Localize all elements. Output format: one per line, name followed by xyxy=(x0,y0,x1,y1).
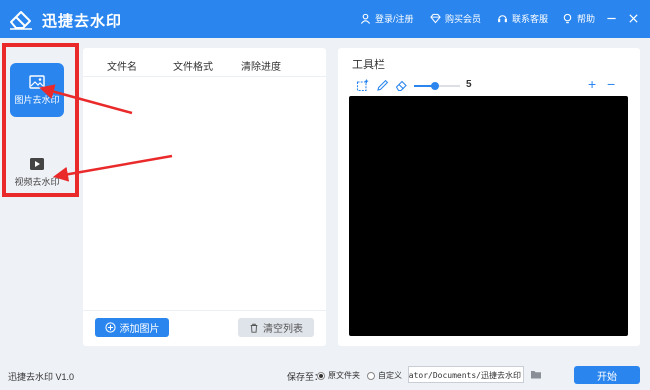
brush-size-slider[interactable] xyxy=(414,82,460,90)
select-rect-icon[interactable] xyxy=(356,79,369,92)
minimize-icon xyxy=(606,17,616,19)
add-image-button[interactable]: 添加图片 xyxy=(95,318,169,337)
radio-original-folder[interactable]: 原文件夹 xyxy=(317,370,360,381)
toolbar-title: 工具栏 xyxy=(352,59,385,71)
video-play-icon xyxy=(30,157,44,170)
version-label: 迅捷去水印 V1.0 xyxy=(8,372,75,382)
minimize-button[interactable] xyxy=(604,10,618,26)
close-icon xyxy=(628,13,638,23)
radio-dot xyxy=(367,371,375,380)
radio-dot-checked xyxy=(317,371,325,380)
help-link[interactable]: 帮助 xyxy=(562,12,595,25)
vip-link[interactable]: 购买会员 xyxy=(430,12,481,25)
sidebar-item-video-watermark[interactable]: 视频去水印 xyxy=(10,145,64,199)
header-divider xyxy=(83,76,326,77)
save-path-input[interactable]: istrator/Documents/迅捷去水印 xyxy=(408,366,524,383)
user-icon xyxy=(360,13,371,24)
radio-original-label: 原文件夹 xyxy=(328,371,360,380)
eraser-logo-icon xyxy=(10,11,32,30)
pen-icon[interactable] xyxy=(376,79,389,92)
vip-label: 购买会员 xyxy=(445,14,482,24)
sidebar: 图片去水印 视频去水印 xyxy=(0,38,80,362)
column-header-progress: 清除进度 xyxy=(241,62,281,73)
file-list-panel: 文件名 文件格式 清除进度 添加图片 清空列表 xyxy=(83,48,326,346)
service-label: 联系客服 xyxy=(512,14,549,24)
zoom-out-button[interactable]: − xyxy=(607,76,615,92)
status-bar: 迅捷去水印 V1.0 保存至： 原文件夹 自定义 istrator/Docume… xyxy=(0,362,650,390)
radio-custom-folder[interactable]: 自定义 xyxy=(367,370,402,381)
folder-icon[interactable] xyxy=(530,368,542,380)
zoom-in-button[interactable]: + xyxy=(588,76,596,92)
service-link[interactable]: 联系客服 xyxy=(497,12,548,25)
title-bar: 迅捷去水印 登录/注册 购买会员 联系客服 帮助 xyxy=(0,0,650,38)
tool-panel: 工具栏 5 + − xyxy=(338,48,640,346)
column-header-format: 文件格式 xyxy=(173,62,213,73)
brush-size-value: 5 xyxy=(466,79,472,90)
trash-icon xyxy=(250,323,258,333)
preview-canvas[interactable] xyxy=(349,96,628,336)
slider-handle[interactable] xyxy=(430,82,439,90)
clear-list-button[interactable]: 清空列表 xyxy=(238,318,314,337)
sidebar-item-label: 视频去水印 xyxy=(14,176,60,187)
login-link[interactable]: 登录/注册 xyxy=(360,12,414,25)
close-button[interactable] xyxy=(626,10,640,26)
diamond-icon xyxy=(430,13,441,24)
add-circle-icon xyxy=(104,322,116,333)
list-footer-divider xyxy=(83,310,326,311)
add-image-label: 添加图片 xyxy=(119,324,160,335)
column-header-filename: 文件名 xyxy=(107,62,137,73)
help-bulb-icon xyxy=(563,13,572,24)
app-title: 迅捷去水印 xyxy=(42,13,123,30)
start-button[interactable]: 开始 xyxy=(574,366,640,384)
sidebar-item-label: 图片去水印 xyxy=(14,94,60,105)
login-label: 登录/注册 xyxy=(375,14,414,24)
clear-list-label: 清空列表 xyxy=(263,324,303,335)
eraser-icon[interactable] xyxy=(395,79,408,92)
sidebar-item-image-watermark[interactable]: 图片去水印 xyxy=(10,63,64,117)
help-label: 帮助 xyxy=(577,14,596,24)
image-icon xyxy=(29,74,45,89)
radio-custom-label: 自定义 xyxy=(378,371,402,380)
headset-icon xyxy=(498,15,507,23)
